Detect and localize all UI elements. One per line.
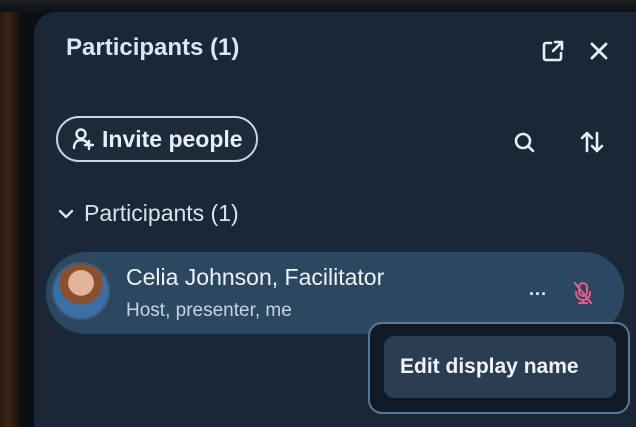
add-person-icon [72,128,94,151]
chevron-down-icon [58,209,74,218]
participant-name: Celia Johnson, Facilitator [126,264,385,290]
panel-title: Participants (1) [66,34,240,61]
popout-icon[interactable] [540,38,566,64]
invite-people-label: Invite people [102,125,243,152]
section-label: Participants (1) [84,200,239,226]
participants-section-header[interactable]: Participants (1) [58,200,239,227]
close-icon[interactable] [586,38,612,64]
more-options-button[interactable]: ... [526,279,550,299]
sort-icon[interactable] [578,128,606,156]
edit-display-name-menu-item[interactable]: Edit display name [384,336,616,398]
screen-bezel-top [0,0,636,12]
participant-role: Host, presenter, me [126,300,292,321]
microphone-muted-icon[interactable] [572,280,594,306]
invite-people-button[interactable]: Invite people [56,116,258,162]
search-icon[interactable] [510,128,538,156]
screen-bezel-left [0,0,20,427]
avatar [52,262,110,320]
